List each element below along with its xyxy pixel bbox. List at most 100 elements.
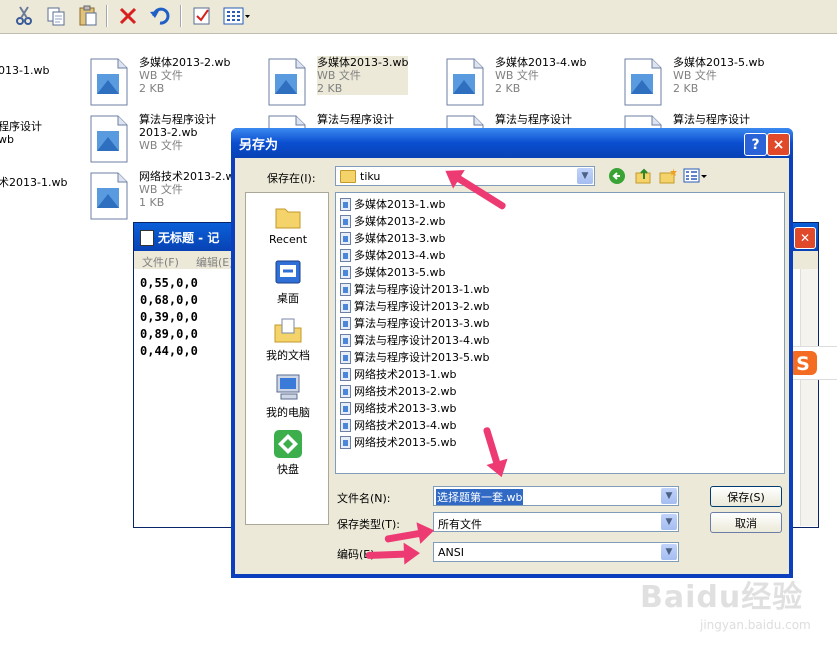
file-tile[interactable]: 多媒体2013-5.wb WB 文件 2 KB (623, 56, 801, 106)
menu-edit[interactable]: 编辑(E) (196, 254, 234, 270)
file-list-item[interactable]: 网络技术2013-5.wb (340, 434, 456, 450)
file-list-item[interactable]: 多媒体2013-3.wb (340, 230, 445, 246)
place-my-computer[interactable]: 我的电脑 (246, 372, 330, 420)
file-list-item-label: 网络技术2013-3.wb (354, 402, 457, 415)
file-tile-label: 多媒体2013-2.wb WB 文件 2 KB (139, 56, 231, 95)
file-tile-label: 多媒体2013-5.wb WB 文件 2 KB (673, 56, 765, 95)
svg-text:S: S (796, 353, 810, 375)
cut-icon[interactable] (12, 4, 36, 28)
notepad-text-area[interactable]: 0,55,0,0 0,68,0,0 0,39,0,0 0,89,0,0 0,44… (140, 275, 198, 360)
file-list-item[interactable]: 算法与程序设计2013-4.wb (340, 332, 489, 348)
filename-label: 文件名(N): (337, 492, 391, 505)
file-tile[interactable]: 多媒体2013-2.wb WB 文件 2 KB (89, 56, 267, 106)
places-bar: Recent 桌面 我的文档 我的电脑 快盘 (245, 192, 329, 525)
wb-file-icon (340, 214, 351, 228)
file-list-item[interactable]: 多媒体2013-4.wb (340, 247, 445, 263)
file-list-item[interactable]: 网络技术2013-3.wb (340, 400, 456, 416)
file-list-item[interactable]: 网络技术2013-1.wb (340, 366, 456, 382)
baidu-watermark: Baidu经验 jingyan.baidu.com (640, 560, 830, 640)
file-name-fragment[interactable]: wb (0, 133, 14, 146)
file-list-item-label: 网络技术2013-5.wb (354, 436, 457, 449)
copy-icon[interactable] (44, 4, 68, 28)
cancel-button[interactable]: 取消 (710, 512, 782, 533)
chevron-down-icon[interactable]: ▼ (661, 488, 677, 504)
wb-file-icon (340, 367, 351, 381)
file-tile-label: 网络技术2013-2.wb WB 文件 1 KB (139, 170, 242, 209)
file-name-fragment[interactable]: 013-1.wb (0, 64, 49, 77)
desktop-icon (273, 258, 303, 288)
explorer-toolbar (0, 0, 837, 34)
file-list-item[interactable]: 算法与程序设计2013-2.wb (340, 298, 489, 314)
back-icon[interactable] (609, 168, 625, 184)
chevron-down-icon[interactable]: ▼ (577, 168, 593, 184)
menu-file[interactable]: 文件(F) (142, 254, 179, 270)
save-button[interactable]: 保存(S) (710, 486, 782, 507)
text-line: 0,39,0,0 (140, 310, 198, 324)
close-button[interactable]: × (767, 133, 790, 156)
text-line: 0,44,0,0 (140, 344, 198, 358)
file-tile-label: 算法与程序设计 (673, 113, 750, 126)
close-icon[interactable]: ✕ (794, 227, 816, 249)
dialog-title-bar[interactable]: 另存为 ? × (231, 128, 793, 158)
file-list-item[interactable]: 算法与程序设计2013-5.wb (340, 349, 489, 365)
help-button[interactable]: ? (744, 133, 767, 156)
chevron-down-icon[interactable]: ▼ (661, 544, 677, 560)
file-list-item[interactable]: 多媒体2013-5.wb (340, 264, 445, 280)
place-label: 桌面 (277, 292, 299, 305)
file-list-item-label: 算法与程序设计2013-1.wb (354, 283, 490, 296)
view-menu-icon[interactable] (683, 167, 709, 185)
watermark-url: jingyan.baidu.com (700, 618, 811, 632)
place-label: 快盘 (277, 463, 299, 476)
filename-input[interactable]: 选择题第一套.wb ▼ (433, 486, 679, 506)
chevron-down-icon[interactable]: ▼ (661, 514, 677, 530)
vertical-scrollbar[interactable] (800, 269, 818, 526)
filetype-dropdown[interactable]: 所有文件 ▼ (433, 512, 679, 532)
file-tile[interactable]: 多媒体2013-3.wb WB 文件 2 KB (267, 56, 445, 106)
view-icon[interactable] (222, 4, 252, 28)
file-tile[interactable]: 多媒体2013-4.wb WB 文件 2 KB (445, 56, 623, 106)
file-list-item-label: 算法与程序设计2013-4.wb (354, 334, 490, 347)
file-tile-label: 多媒体2013-4.wb WB 文件 2 KB (495, 56, 587, 95)
wb-file-icon (89, 58, 129, 106)
file-tile-label: 算法与程序设计 2013-2.wb WB 文件 (139, 113, 216, 152)
file-list-item-label: 网络技术2013-1.wb (354, 368, 457, 381)
wb-file-icon (89, 115, 129, 163)
check-icon[interactable] (190, 4, 214, 28)
wb-file-icon (340, 231, 351, 245)
undo-icon[interactable] (148, 4, 172, 28)
place-desktop[interactable]: 桌面 (246, 258, 330, 306)
new-folder-icon[interactable] (659, 167, 677, 185)
place-recent[interactable]: Recent (246, 201, 330, 246)
file-name-fragment[interactable]: 术2013-1.wb (0, 176, 67, 189)
place-label: Recent (268, 233, 308, 246)
delete-icon[interactable] (116, 4, 140, 28)
file-list-item[interactable]: 多媒体2013-1.wb (340, 196, 445, 212)
file-list[interactable]: 多媒体2013-1.wb 多媒体2013-2.wb 多媒体2013-3.wb 多媒体2… (335, 192, 785, 474)
filetype-value: 所有文件 (438, 518, 482, 531)
wb-file-icon (445, 58, 485, 106)
wb-file-icon (340, 350, 351, 364)
file-name-fragment[interactable]: 程序设计 (0, 120, 42, 133)
file-list-item[interactable]: 网络技术2013-2.wb (340, 383, 456, 399)
wb-file-icon (340, 299, 351, 313)
notepad-title: 无标题 - 记 (158, 231, 220, 245)
file-list-item-label: 网络技术2013-4.wb (354, 419, 457, 432)
filename-value: 选择题第一套.wb (436, 489, 524, 505)
paste-icon[interactable] (76, 4, 100, 28)
file-list-item[interactable]: 网络技术2013-4.wb (340, 417, 456, 433)
up-folder-icon[interactable] (635, 167, 653, 185)
file-list-item-label: 多媒体2013-3.wb (354, 232, 446, 245)
my-documents-icon (273, 315, 303, 345)
encoding-dropdown[interactable]: ANSI ▼ (433, 542, 679, 562)
file-tile-label: 算法与程序设计 (495, 113, 572, 126)
encoding-value: ANSI (438, 546, 464, 559)
file-list-item-label: 多媒体2013-1.wb (354, 198, 446, 211)
file-list-item[interactable]: 算法与程序设计2013-3.wb (340, 315, 489, 331)
file-list-item[interactable]: 算法与程序设计2013-1.wb (340, 281, 489, 297)
file-list-item[interactable]: 多媒体2013-2.wb (340, 213, 445, 229)
place-my-documents[interactable]: 我的文档 (246, 315, 330, 363)
wb-file-icon (340, 248, 351, 262)
wb-file-icon (267, 58, 307, 106)
place-kuaipan[interactable]: 快盘 (246, 429, 330, 477)
place-label: 我的电脑 (266, 406, 310, 419)
